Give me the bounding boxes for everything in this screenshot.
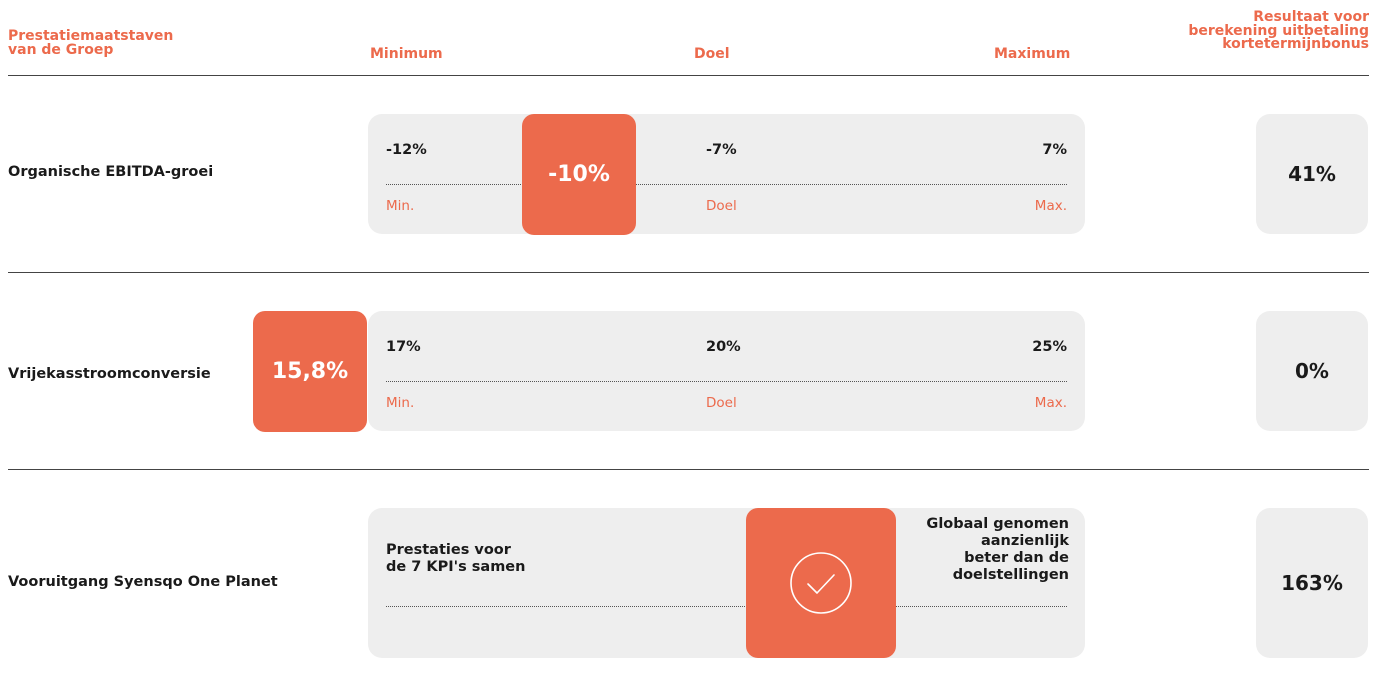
scale-line [386,381,1067,382]
target-value: -7% [706,142,737,158]
header-metric-line2: van de Groep [8,42,114,58]
scale-line [386,606,1067,607]
max-value: 25% [1032,339,1067,355]
max-tick: Max. [1034,198,1067,214]
target-tick: Doel [706,395,737,411]
min-value: 17% [386,339,421,355]
header-target: Doel [694,46,730,62]
min-value: -12% [386,142,427,158]
row-label-ebitda: Organische EBITDA-groei [8,164,214,180]
actual-marker-ebitda: -10% [522,114,636,235]
header-maximum: Maximum [994,46,1071,62]
min-tick: Min. [386,198,415,214]
combined-kpi-line1: Prestaties voor [386,542,511,558]
assessment-line1: Globaal genomen [926,516,1069,532]
scale-panel-cash-conversion: 17% 20% 25% Min. Doel Max. [368,311,1085,431]
assessment-line4: doelstellingen [952,567,1069,583]
header-metric-line1: Prestatiemaatstaven [8,28,174,44]
combined-kpi-text: Prestaties voor de 7 KPI's samen [386,542,525,576]
header-result-line3: kortetermijnbonus [1222,36,1369,52]
assessment-line3: beter dan de [964,550,1069,566]
actual-marker-cash-conversion: 15,8% [253,311,367,432]
min-tick: Min. [386,395,415,411]
result-box-cash-conversion: 0% [1256,311,1368,431]
target-value: 20% [706,339,741,355]
target-tick: Doel [706,198,737,214]
max-value: 7% [1042,142,1067,158]
check-circle-icon [790,552,852,614]
scale-line [386,184,1067,185]
result-box-ebitda: 41% [1256,114,1368,234]
header-minimum: Minimum [370,46,443,62]
assessment-line2: aanzienlijk [980,533,1069,549]
result-box-one-planet: 163% [1256,508,1368,658]
max-tick: Max. [1034,395,1067,411]
row-label-one-planet: Vooruitgang Syensqo One Planet [8,574,278,590]
row-label-cash-conversion: Vrijekasstroomconversie [8,366,211,382]
row-divider [8,272,1369,273]
combined-kpi-line2: de 7 KPI's samen [386,559,526,575]
assessment-text: Globaal genomen aanzienlijk beter dan de… [920,516,1069,584]
header-result: Resultaat voor berekening uitbetaling ko… [1188,10,1369,52]
actual-marker-one-planet [746,508,896,658]
header-metric: Prestatiemaatstaven van de Groep [8,29,173,57]
row-divider [8,469,1369,470]
scale-panel-ebitda: -12% -7% 7% Min. Doel Max. [368,114,1085,234]
header-divider [8,75,1369,76]
